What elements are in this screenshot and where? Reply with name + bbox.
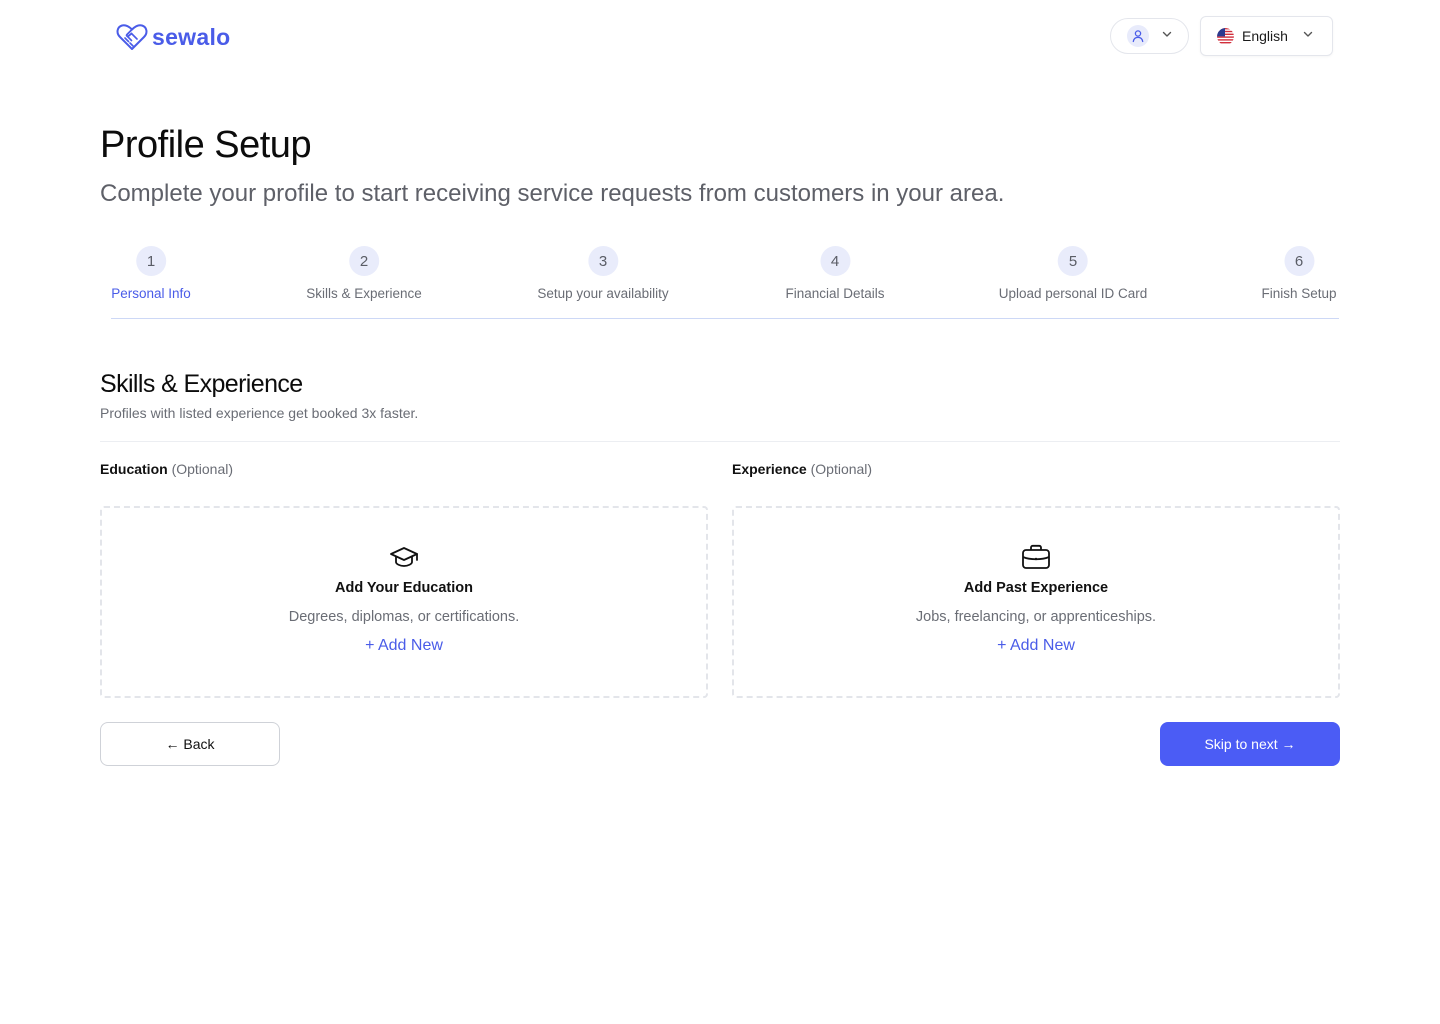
skip-to-next-button[interactable]: Skip to next → bbox=[1160, 722, 1340, 766]
step-label: Upload personal ID Card bbox=[998, 286, 1148, 301]
step-number: 5 bbox=[1058, 246, 1088, 276]
chevron-down-icon bbox=[1302, 27, 1314, 45]
experience-title: Add Past Experience bbox=[963, 580, 1109, 596]
step-personal-info[interactable]: 1 Personal Info bbox=[111, 246, 191, 301]
experience-description: Jobs, freelancing, or apprenticeships. bbox=[915, 609, 1157, 625]
experience-label: Experience (Optional) bbox=[732, 461, 872, 477]
step-financial-details[interactable]: 4 Financial Details bbox=[785, 246, 885, 301]
step-skills-experience[interactable]: 2 Skills & Experience bbox=[306, 246, 422, 301]
step-label: Setup your availability bbox=[537, 286, 669, 301]
add-experience-button[interactable]: + Add New bbox=[997, 637, 1075, 655]
add-education-button[interactable]: + Add New bbox=[365, 637, 443, 655]
step-number: 4 bbox=[819, 246, 850, 276]
page-title: Profile Setup bbox=[100, 124, 312, 166]
section-divider bbox=[100, 441, 1340, 442]
step-number: 3 bbox=[587, 246, 618, 276]
user-menu-button[interactable] bbox=[1110, 18, 1189, 54]
step-number: 2 bbox=[349, 246, 379, 276]
top-header: sewalo English bbox=[0, 0, 1440, 80]
education-title: Add Your Education bbox=[334, 580, 474, 596]
step-label: Personal Info bbox=[111, 286, 191, 301]
briefcase-icon bbox=[1020, 542, 1052, 572]
optional-tag: (Optional) bbox=[171, 461, 234, 477]
experience-label-text: Experience bbox=[732, 461, 807, 477]
user-icon bbox=[1127, 25, 1149, 47]
handshake-heart-icon bbox=[116, 22, 148, 52]
chevron-down-icon bbox=[1161, 27, 1173, 45]
section-subtitle: Profiles with listed experience get book… bbox=[100, 405, 419, 421]
step-availability[interactable]: 3 Setup your availability bbox=[537, 246, 669, 301]
experience-dropzone[interactable]: Add Past Experience Jobs, freelancing, o… bbox=[732, 506, 1340, 698]
us-flag-icon bbox=[1217, 27, 1234, 45]
education-dropzone[interactable]: Add Your Education Degrees, diplomas, or… bbox=[100, 506, 708, 698]
graduation-cap-icon bbox=[388, 542, 420, 572]
step-label: Finish Setup bbox=[1261, 286, 1337, 301]
progress-stepper: 1 Personal Info 2 Skills & Experience 3 … bbox=[0, 246, 1440, 320]
language-label: English bbox=[1242, 28, 1288, 44]
education-description: Degrees, diplomas, or certifications. bbox=[288, 609, 520, 625]
step-number: 6 bbox=[1283, 246, 1314, 276]
language-selector[interactable]: English bbox=[1200, 16, 1333, 56]
education-label-text: Education bbox=[100, 461, 168, 477]
step-number: 1 bbox=[136, 246, 166, 276]
step-upload-id-card[interactable]: 5 Upload personal ID Card bbox=[998, 246, 1148, 301]
stepper-track bbox=[111, 318, 1339, 319]
optional-tag: (Optional) bbox=[810, 461, 873, 477]
step-label: Financial Details bbox=[785, 286, 885, 301]
page-subtitle: Complete your profile to start receiving… bbox=[100, 180, 1005, 207]
brand-name: sewalo bbox=[152, 23, 231, 50]
back-button[interactable]: ← Back bbox=[100, 722, 280, 766]
step-finish-setup[interactable]: 6 Finish Setup bbox=[1261, 246, 1337, 301]
section-title: Skills & Experience bbox=[100, 370, 303, 398]
education-label: Education (Optional) bbox=[100, 461, 233, 477]
step-label: Skills & Experience bbox=[306, 286, 422, 301]
brand-logo[interactable]: sewalo bbox=[116, 22, 231, 52]
